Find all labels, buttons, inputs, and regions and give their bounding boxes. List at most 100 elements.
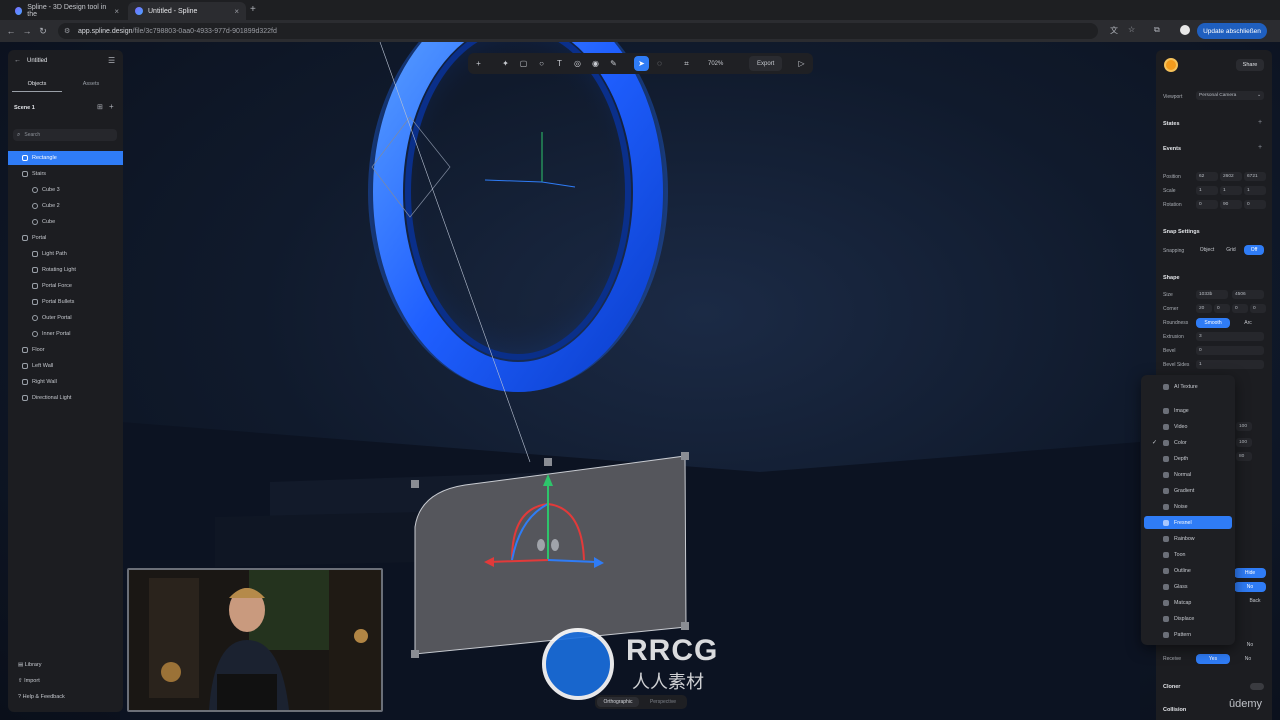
import-link[interactable]: ⇧ Import xyxy=(18,678,40,684)
object-list-item[interactable]: Right Wall xyxy=(8,375,123,389)
tab-assets[interactable]: Assets xyxy=(66,76,116,92)
new-tab-icon[interactable]: + xyxy=(250,4,256,15)
roundness-smooth-button[interactable]: Smooth xyxy=(1196,318,1230,328)
corner-field-4[interactable]: 0 xyxy=(1250,304,1266,313)
orthographic-button[interactable]: Orthographic xyxy=(597,697,639,707)
material-option[interactable]: AI Texture xyxy=(1144,380,1232,393)
material-option[interactable]: Toon xyxy=(1144,548,1232,561)
receive-no-button[interactable]: No xyxy=(1232,654,1264,664)
bevel-sides-field[interactable]: 1 xyxy=(1196,360,1264,369)
text-tool-icon[interactable]: T xyxy=(552,56,567,71)
browser-tab-active[interactable]: Untitled - Spline × xyxy=(128,2,246,20)
play-icon[interactable]: ▷ xyxy=(794,56,809,71)
url-field[interactable]: ⚙ app.spline.design/file/3c798803-0aa0-4… xyxy=(58,23,1098,39)
material-option[interactable]: ✓ Color xyxy=(1144,436,1232,449)
scale-handle[interactable] xyxy=(537,539,545,551)
rotation-y-field[interactable]: 90 xyxy=(1220,200,1242,209)
pen-tool-icon[interactable]: ✎ xyxy=(606,56,621,71)
close-tab-icon[interactable]: × xyxy=(234,7,239,16)
profile-avatar[interactable] xyxy=(1180,25,1190,35)
material-value-field[interactable]: 80 xyxy=(1236,452,1252,461)
viewport-select[interactable]: Personal Camera ⌄ xyxy=(1196,91,1264,100)
object-list-item[interactable]: Portal Force xyxy=(8,279,123,293)
search-input[interactable]: ⌕ Search xyxy=(13,129,117,141)
no-button[interactable]: No xyxy=(1234,582,1266,592)
position-x-field[interactable]: 62 xyxy=(1196,172,1218,181)
material-option[interactable]: Noise xyxy=(1144,500,1232,513)
update-button[interactable]: Update abschließen xyxy=(1197,23,1267,39)
handle-top-right[interactable] xyxy=(681,452,689,460)
material-option[interactable]: Glass xyxy=(1144,580,1232,593)
ellipse-tool-icon[interactable]: ○ xyxy=(534,56,549,71)
user-avatar[interactable] xyxy=(1164,58,1178,72)
extrusion-field[interactable]: 3 xyxy=(1196,332,1264,341)
object-list-item[interactable]: Portal xyxy=(8,231,123,245)
snap-object-button[interactable]: Object xyxy=(1196,245,1218,255)
tab-objects[interactable]: Objects xyxy=(12,76,62,92)
object-list-item[interactable]: Rotating Light xyxy=(8,263,123,277)
material-option[interactable]: Image xyxy=(1144,404,1232,417)
scale-x-field[interactable]: 1 xyxy=(1196,186,1218,195)
material-option[interactable]: Rainbow xyxy=(1144,532,1232,545)
corner-field-1[interactable]: 20 xyxy=(1196,304,1212,313)
bookmark-star-icon[interactable]: ☆ xyxy=(1128,25,1135,34)
object-list-item[interactable]: Portal Bullets xyxy=(8,295,123,309)
perspective-button[interactable]: Perspective xyxy=(642,697,684,707)
add-object-icon[interactable]: + xyxy=(471,56,486,71)
material-option[interactable]: Displace xyxy=(1144,612,1232,625)
scale-y-field[interactable]: 1 xyxy=(1220,186,1242,195)
cast-no-button[interactable]: No xyxy=(1234,640,1266,650)
export-button[interactable]: Export xyxy=(749,56,783,71)
size-height-field[interactable]: 4506 xyxy=(1232,290,1264,299)
hide-button[interactable]: Hide xyxy=(1234,568,1266,578)
browser-tab[interactable]: Spline - 3D Design tool in the × xyxy=(8,2,126,20)
ai-tools-icon[interactable]: ✦ xyxy=(498,56,513,71)
forward-arrow-icon[interactable]: → xyxy=(19,26,35,36)
object-list-item[interactable]: Outer Portal xyxy=(8,311,123,325)
scale-handle[interactable] xyxy=(551,539,559,551)
rotation-z-field[interactable]: 0 xyxy=(1244,200,1266,209)
material-value-field[interactable]: 100 xyxy=(1236,438,1252,447)
size-width-field[interactable]: 1033b xyxy=(1196,290,1228,299)
back-side-button[interactable]: Back xyxy=(1244,596,1266,606)
object-list-item[interactable]: Left Wall xyxy=(8,359,123,373)
roundness-arc-button[interactable]: Arc xyxy=(1232,318,1264,328)
material-option[interactable]: Video xyxy=(1144,420,1232,433)
add-event-icon[interactable]: + xyxy=(1258,144,1262,151)
scale-z-field[interactable]: 1 xyxy=(1244,186,1266,195)
scene-label[interactable]: Scene 1 xyxy=(14,105,35,111)
add-scene-icon[interactable]: + xyxy=(109,102,114,111)
position-z-field[interactable]: 6721 xyxy=(1244,172,1266,181)
position-y-field[interactable]: 2602 xyxy=(1220,172,1242,181)
object-list-item[interactable]: Directional Light xyxy=(8,391,123,405)
share-button[interactable]: Share xyxy=(1236,59,1264,71)
object-list-item[interactable]: Stairs xyxy=(8,167,123,181)
menu-icon[interactable]: ☰ xyxy=(108,56,115,65)
cloner-toggle[interactable] xyxy=(1250,683,1264,690)
material-option[interactable]: Pattern xyxy=(1144,628,1232,641)
material-option[interactable]: Normal xyxy=(1144,468,1232,481)
grid-view-icon[interactable]: ⊞ xyxy=(97,103,103,111)
comment-tool-icon[interactable]: ◌ xyxy=(652,56,667,71)
object-tool-icon[interactable]: ◎ xyxy=(570,56,585,71)
light-tool-icon[interactable]: ◉ xyxy=(588,56,603,71)
translate-icon[interactable]: 文 xyxy=(1110,25,1118,36)
zoom-level[interactable]: 702% xyxy=(708,56,723,71)
rectangle-tool-icon[interactable]: ▢ xyxy=(516,56,531,71)
add-state-icon[interactable]: + xyxy=(1258,119,1262,126)
handle-top-left[interactable] xyxy=(411,480,419,488)
extensions-icon[interactable]: ⧉ xyxy=(1154,25,1160,35)
snap-off-button[interactable]: Off xyxy=(1244,245,1264,255)
close-tab-icon[interactable]: × xyxy=(114,7,119,16)
material-value-field[interactable]: 100 xyxy=(1236,422,1252,431)
material-option[interactable]: Depth xyxy=(1144,452,1232,465)
material-option[interactable]: Matcap xyxy=(1144,596,1232,609)
object-list-item[interactable]: Cube xyxy=(8,215,123,229)
receive-yes-button[interactable]: Yes xyxy=(1196,654,1230,664)
help-link[interactable]: ? Help & Feedback xyxy=(18,694,65,700)
material-option[interactable]: Fresnel xyxy=(1144,516,1232,529)
back-arrow-icon[interactable]: ← xyxy=(3,26,19,36)
site-settings-icon[interactable]: ⚙ xyxy=(64,27,70,35)
material-option[interactable]: Outline xyxy=(1144,564,1232,577)
reload-icon[interactable]: ↻ xyxy=(35,26,51,37)
